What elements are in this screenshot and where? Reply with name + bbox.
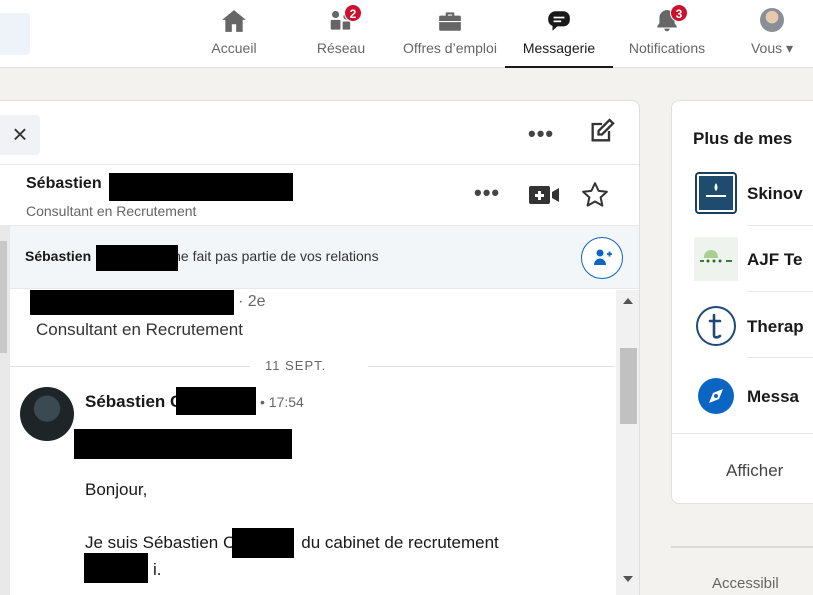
add-person-icon	[594, 249, 612, 265]
jobs-icon	[437, 8, 463, 34]
date-separator: 11 SEPT.	[10, 356, 615, 376]
redaction	[176, 387, 256, 415]
skinoval-logo	[694, 171, 738, 215]
home-icon	[221, 8, 247, 34]
message-scrollbar[interactable]	[616, 290, 639, 595]
divider	[747, 357, 813, 358]
suggestion-item[interactable]: Messa	[694, 374, 813, 434]
message-time: • 17:54	[260, 394, 304, 410]
nav-label: Notifications	[628, 40, 706, 56]
suggestion-name: Therap	[747, 317, 804, 336]
conversation-panel: × ••• Sébastien Consultant en Recrutemen…	[0, 100, 640, 595]
star-icon[interactable]	[580, 180, 610, 215]
message-line-end: i.	[153, 560, 162, 579]
suggestion-name: AJF Te	[747, 250, 803, 269]
sender-name[interactable]: Sébastien C	[85, 392, 182, 412]
divider	[368, 366, 615, 367]
scroll-up-arrow[interactable]	[623, 298, 633, 304]
divider	[747, 291, 813, 292]
redaction	[30, 290, 234, 315]
left-scroll-thumb[interactable]	[0, 241, 7, 353]
suggestions-card: Plus de mes Skinov AJF Te Therap Messa A…	[671, 100, 813, 504]
suggestion-item[interactable]: Skinov	[694, 171, 813, 231]
avatar	[760, 8, 784, 32]
search-box[interactable]	[0, 13, 30, 55]
panel-header: × •••	[0, 101, 639, 165]
nav-messaging[interactable]: Messagerie	[505, 6, 613, 68]
suggestion-item[interactable]: Therap	[694, 304, 813, 364]
compose-icon[interactable]	[588, 117, 616, 150]
relation-name: Sébastien	[25, 248, 92, 264]
not-connected-banner: Sébastien ne fait pas partie de vos relat…	[10, 225, 639, 289]
redaction	[109, 173, 293, 201]
contact-more-button[interactable]: •••	[474, 180, 500, 206]
redaction	[96, 245, 178, 271]
nav-me[interactable]: Vous ▾	[744, 6, 800, 68]
suggestion-item[interactable]: AJF Te	[694, 237, 813, 297]
close-button[interactable]: ×	[0, 115, 40, 155]
compass-logo	[694, 374, 738, 418]
divider	[10, 366, 250, 367]
messaging-icon	[546, 8, 572, 34]
connection-degree: · 2e	[238, 293, 266, 310]
network-icon: 2	[328, 4, 362, 34]
suggestion-name: Messa	[747, 387, 799, 406]
contact-name[interactable]: Sébastien	[26, 175, 102, 193]
message-greeting: Bonjour,	[85, 480, 148, 499]
caret-down-icon: ▾	[786, 40, 794, 56]
divider	[672, 433, 813, 434]
redaction	[74, 429, 292, 459]
relation-text: Sébastien ne fait pas partie de vos relat…	[25, 248, 379, 264]
date-label: 11 SEPT.	[265, 358, 327, 373]
suggestion-name: Skinov	[747, 184, 803, 203]
nav-notifications[interactable]: 3 Notifications	[618, 4, 716, 68]
redaction	[232, 528, 294, 558]
more-options-button[interactable]: •••	[528, 121, 554, 147]
add-connection-button[interactable]	[581, 237, 623, 279]
nav-label: Offres d’emploi	[403, 40, 497, 56]
nav-home[interactable]: Accueil	[206, 6, 262, 68]
nav-label: Accueil	[211, 40, 257, 56]
scroll-thumb[interactable]	[620, 348, 637, 424]
nav-me-label: Vous ▾	[750, 40, 794, 56]
footer-divider	[671, 546, 813, 548]
message-list: · 2e Consultant en Recrutement 11 SEPT. …	[10, 290, 615, 595]
t-logo	[694, 304, 738, 348]
redaction	[84, 553, 148, 583]
relation-message: ne fait pas partie de vos relations	[173, 248, 379, 264]
notifications-badge: 3	[670, 4, 688, 22]
card-title: Plus de mes	[693, 129, 793, 148]
contact-header: Sébastien Consultant en Recrutement •••	[10, 166, 639, 224]
nav-label: Messagerie	[522, 40, 596, 56]
ajf-logo	[694, 237, 738, 281]
scroll-down-arrow[interactable]	[623, 576, 633, 582]
profile-headline: Consultant en Recrutement	[36, 320, 243, 339]
nav-jobs[interactable]: Offres d’emploi	[394, 6, 506, 68]
left-scroll-strip	[0, 225, 10, 595]
accessibility-link[interactable]: Accessibil	[712, 575, 779, 592]
show-more-button[interactable]: Afficher	[726, 461, 783, 481]
divider	[747, 225, 813, 226]
network-badge: 2	[344, 4, 362, 22]
bell-icon: 3	[654, 4, 688, 34]
nav-label: Réseau	[316, 40, 366, 56]
contact-title: Consultant en Recrutement	[26, 203, 197, 219]
sender-avatar[interactable]	[20, 387, 74, 441]
video-call-icon[interactable]	[528, 184, 560, 211]
global-nav: Accueil 2 Réseau Offres d’emploi Message…	[0, 0, 813, 68]
nav-network[interactable]: 2 Réseau	[313, 4, 369, 68]
